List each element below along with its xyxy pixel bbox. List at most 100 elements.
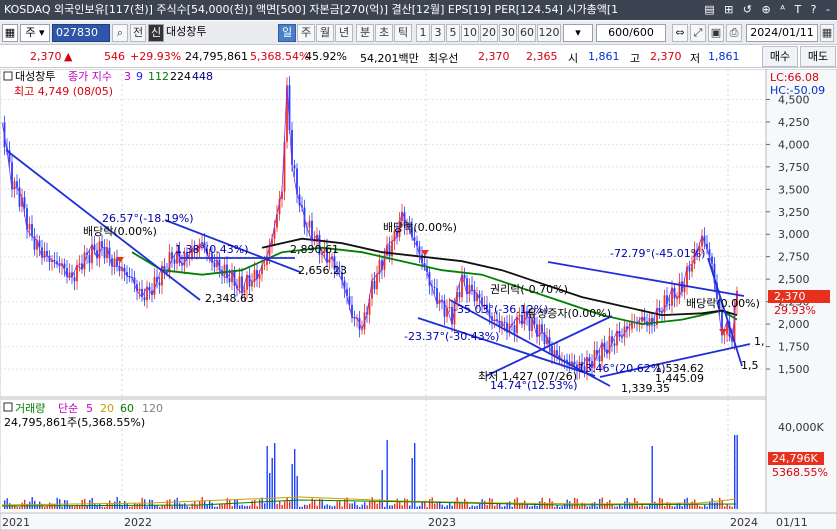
- volume-bar: [241, 504, 243, 509]
- candle-body: [168, 252, 171, 273]
- grid-menu-icon[interactable]: ▦: [2, 24, 18, 42]
- volume-bar: [129, 506, 131, 509]
- y-tick-label: 2,000: [778, 318, 810, 331]
- volume-bar: [131, 506, 133, 509]
- interval-1-button[interactable]: 1: [416, 24, 430, 42]
- interval-60-button[interactable]: 60: [518, 24, 536, 42]
- candle-body: [68, 272, 71, 277]
- candle-body: [668, 304, 671, 306]
- date-input[interactable]: 2024/01/11: [746, 24, 818, 42]
- volume-bar: [284, 501, 286, 509]
- candle-body: [653, 324, 656, 326]
- lc-label: LC:66.08: [770, 71, 819, 84]
- candle-body: [541, 324, 543, 333]
- volume-bar: [156, 505, 158, 509]
- volume-bar: [546, 503, 548, 509]
- volume-bar: [664, 506, 666, 509]
- x-tick-label: 2022: [124, 516, 152, 529]
- candle-body: [648, 318, 651, 326]
- sell-button[interactable]: 매도: [800, 46, 836, 67]
- data-count-input[interactable]: 600/600: [596, 24, 666, 42]
- zoom-icon[interactable]: ⇔: [672, 24, 688, 42]
- volume-bar: [441, 504, 443, 509]
- legend-stock-name: 대성창투: [15, 70, 55, 83]
- print-icon[interactable]: ⎙: [726, 24, 742, 42]
- chart-annotation: 2,348.63: [205, 292, 254, 305]
- volume-bar: [366, 505, 368, 509]
- volume-bar: [201, 497, 203, 509]
- period-week-button[interactable]: 주: [297, 24, 315, 42]
- volume-bar: [169, 499, 171, 509]
- volume-bar: [699, 506, 701, 509]
- volume-bar: [304, 504, 306, 509]
- candle-body: [158, 282, 161, 286]
- candle-body: [723, 334, 726, 336]
- period-tick-button[interactable]: 틱: [394, 24, 412, 42]
- fit-icon[interactable]: ⤢: [690, 24, 706, 42]
- volume-bar: [324, 505, 326, 509]
- legend-ma-label: 종가 지수: [68, 70, 112, 83]
- volume-bar: [174, 499, 176, 509]
- period-month-button[interactable]: 월: [316, 24, 334, 42]
- interval-10-button[interactable]: 10: [461, 24, 479, 42]
- price-tag-pct: 29.93%: [774, 304, 816, 317]
- stock-code-input[interactable]: 027830: [52, 24, 110, 42]
- volume-bar: [689, 504, 691, 509]
- interval-30-button[interactable]: 30: [499, 24, 517, 42]
- chart-annotation: 1,5: [741, 359, 759, 372]
- volume-bar: [614, 506, 616, 509]
- buy-button[interactable]: 매수: [762, 46, 798, 67]
- candle-body: [248, 275, 251, 287]
- open-label: 시: [568, 52, 579, 65]
- volume-bar: [104, 506, 106, 509]
- period-minute-button[interactable]: 분: [356, 24, 374, 42]
- save-icon[interactable]: ▣: [708, 24, 724, 42]
- up-arrow-icon: ▲: [64, 50, 73, 63]
- title-toolbar-icons[interactable]: ▤ ⊞ ↺ ⊕ ᴬ T ? -: [700, 0, 837, 20]
- volume-bar: [559, 506, 561, 509]
- period-day-button[interactable]: 일: [278, 24, 296, 42]
- volume-bar: [286, 497, 288, 509]
- volume-bar: [264, 503, 266, 509]
- candle-body: [688, 267, 691, 272]
- search-button[interactable]: ⌕: [112, 24, 128, 42]
- volume-bar: [531, 505, 533, 509]
- price-chart-svg[interactable]: 4,5004,2504,0003,7503,5003,2503,0002,750…: [0, 68, 837, 530]
- volume-bar: [89, 500, 91, 509]
- volume-bar: [306, 504, 308, 509]
- volume-bar: [289, 501, 291, 509]
- volume-bar: [621, 506, 623, 509]
- interval-20-button[interactable]: 20: [480, 24, 498, 42]
- period-second-button[interactable]: 초: [375, 24, 393, 42]
- high-price: 2,370: [650, 50, 682, 63]
- interval-custom-input[interactable]: ▾: [563, 24, 593, 42]
- period-year-button[interactable]: 년: [335, 24, 353, 42]
- volume-bar: [281, 505, 283, 509]
- calendar-icon[interactable]: ▦: [820, 24, 834, 42]
- market-select[interactable]: 주 ▾: [20, 24, 50, 42]
- interval-120-button[interactable]: 120: [537, 24, 561, 42]
- volume-bar: [146, 506, 148, 509]
- volume-bar: [446, 505, 448, 509]
- hc-label: HC:-50.09: [770, 84, 825, 97]
- volume-bar: [479, 503, 481, 509]
- volume-bar: [651, 446, 653, 509]
- volume-bar: [214, 506, 216, 509]
- volume-bar: [624, 501, 626, 509]
- interval-5-button[interactable]: 5: [446, 24, 460, 42]
- chart-area[interactable]: 4,500 4,250 4,000 3,750 3,500 3,250 3,000 2,750…: [0, 68, 837, 530]
- candle-body: [228, 277, 231, 283]
- trade-volume: 24,795,861: [185, 50, 248, 63]
- volume-bar: [176, 497, 178, 509]
- volume-bar: [511, 506, 513, 509]
- volume-bar: [71, 505, 73, 509]
- volume-bar: [724, 506, 726, 509]
- volume-bar: [274, 443, 276, 509]
- volume-bar: [256, 506, 258, 509]
- interval-3-button[interactable]: 3: [431, 24, 445, 42]
- jeon-button[interactable]: 전: [130, 24, 146, 42]
- volume-bar: [296, 476, 298, 509]
- candle-body: [23, 197, 26, 209]
- volume-bar: [314, 500, 316, 509]
- candle-body: [63, 263, 66, 269]
